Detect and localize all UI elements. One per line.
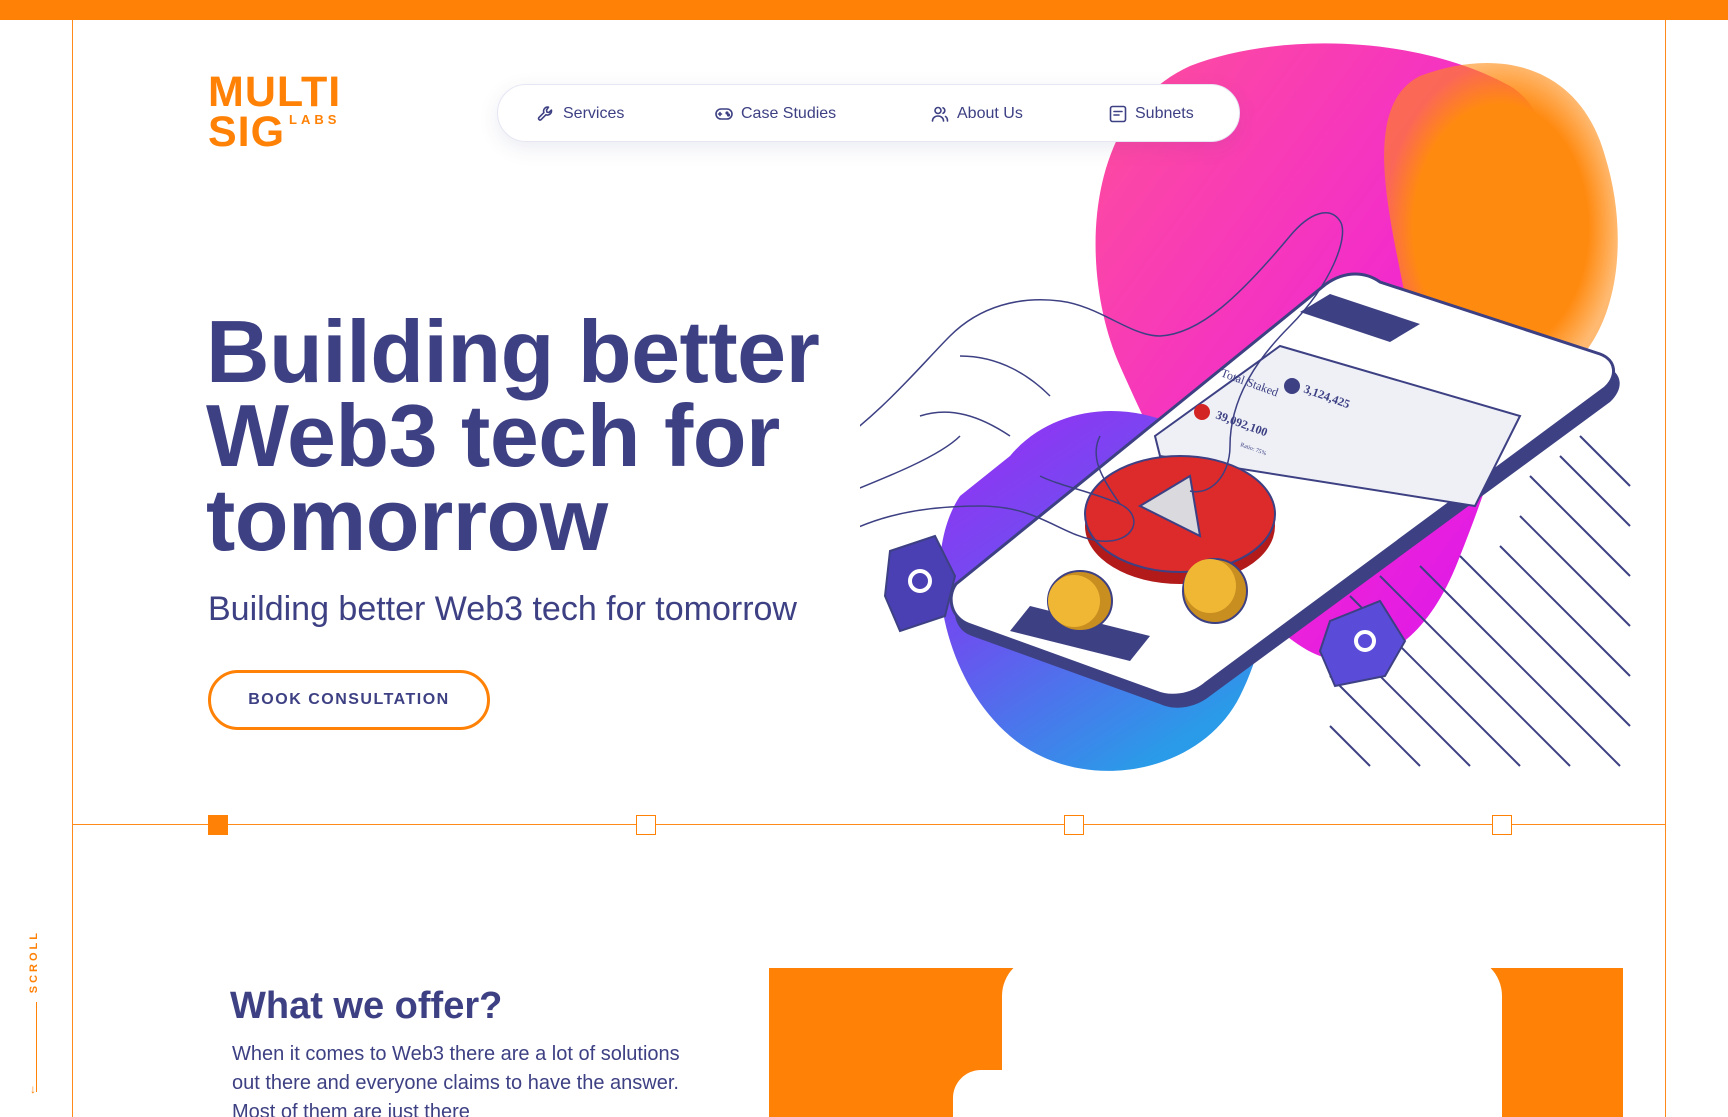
gamepad-icon bbox=[715, 108, 733, 120]
message-icon bbox=[1109, 105, 1127, 123]
users-icon bbox=[931, 106, 949, 122]
logo-line-3: LABS bbox=[289, 112, 341, 127]
offer-visual bbox=[769, 968, 1623, 1117]
hero-title: Building better Web3 tech for tomorrow bbox=[206, 302, 820, 569]
nav-label-case-studies: Case Studies bbox=[741, 105, 837, 122]
scroll-indicator[interactable]: SCROLL ↓ bbox=[26, 930, 50, 1100]
scroll-line bbox=[36, 1002, 37, 1092]
main-nav: Services Case Studies About Us Subnets bbox=[497, 84, 1240, 142]
nav-item-services[interactable]: Services bbox=[536, 85, 624, 143]
hero-illustration: Total Staked 39,092,100 3,124,425 Ratio:… bbox=[860, 43, 1631, 771]
scroll-label: SCROLL bbox=[28, 930, 40, 994]
nav-item-case-studies[interactable]: Case Studies bbox=[714, 85, 836, 143]
offer-card-small bbox=[953, 1070, 1173, 1117]
nav-item-subnets[interactable]: Subnets bbox=[1108, 85, 1194, 143]
offer-title: What we offer? bbox=[230, 985, 503, 1027]
arrow-down-icon: ↓ bbox=[30, 1082, 36, 1096]
wrench-icon bbox=[537, 106, 553, 121]
nav-label-services: Services bbox=[563, 105, 625, 122]
nav-label-about-us: About Us bbox=[957, 105, 1023, 122]
offer-text: When it comes to Web3 there are a lot of… bbox=[232, 1043, 680, 1117]
book-consultation-button[interactable]: BOOK CONSULTATION bbox=[208, 670, 490, 730]
logo-line-1: MULTI bbox=[208, 68, 342, 116]
section-divider bbox=[72, 824, 1666, 825]
nav-item-about-us[interactable]: About Us bbox=[930, 85, 1023, 143]
top-accent-bar bbox=[0, 0, 1728, 20]
logo-line-2: SIG bbox=[208, 108, 286, 156]
slider-step-1[interactable] bbox=[208, 815, 228, 835]
slider-step-4[interactable] bbox=[1492, 815, 1512, 835]
slider-step-2[interactable] bbox=[636, 815, 656, 835]
logo[interactable]: MULTI SIG LABS bbox=[208, 68, 348, 156]
nav-label-subnets: Subnets bbox=[1135, 105, 1194, 122]
hero-subtitle: Building better Web3 tech for tomorrow bbox=[208, 590, 797, 628]
frame-left-line bbox=[72, 20, 73, 1117]
slider-step-3[interactable] bbox=[1064, 815, 1084, 835]
